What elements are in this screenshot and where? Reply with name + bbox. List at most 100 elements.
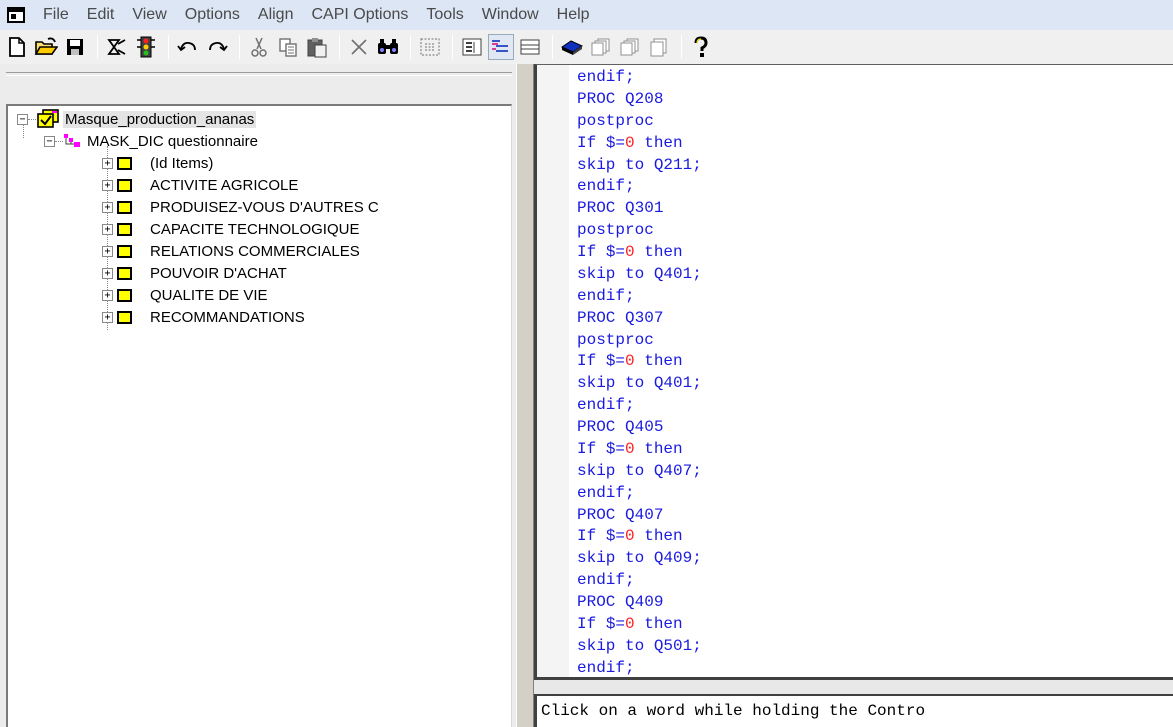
code-token: postproc xyxy=(577,330,654,349)
tree-record-node[interactable]: + CAPACITE TECHNOLOGIQUE xyxy=(102,218,359,240)
code-token: skip to Q409; xyxy=(577,549,702,568)
expand-icon[interactable]: + xyxy=(102,201,113,213)
tree-connector xyxy=(55,140,63,142)
view-logic-button[interactable] xyxy=(459,34,485,60)
code-line: PROC Q409 xyxy=(577,592,702,614)
application-icon xyxy=(37,109,59,128)
code-number-token: 0 xyxy=(625,133,635,152)
menu-capi-options[interactable]: CAPI Options xyxy=(302,0,417,30)
dictionary-button[interactable] xyxy=(559,34,585,60)
menu-view[interactable]: View xyxy=(123,0,175,30)
tree-root-label: Masque_production_ananas xyxy=(63,110,257,128)
run-button[interactable] xyxy=(133,34,159,60)
code-token: If xyxy=(577,439,606,458)
compile-button[interactable] xyxy=(104,34,130,60)
code-token: skip to Q401; xyxy=(577,264,702,283)
paste-icon xyxy=(307,38,327,58)
code-token: then xyxy=(634,352,683,371)
batch-icon xyxy=(620,38,639,56)
tabs-button[interactable] xyxy=(646,34,672,60)
view-tree-button[interactable] xyxy=(488,34,514,60)
code-token: postproc xyxy=(577,221,654,240)
expand-icon[interactable]: + xyxy=(102,289,113,301)
redo-button[interactable] xyxy=(204,34,230,60)
dictionary-icon xyxy=(560,40,584,55)
code-token: endif; xyxy=(577,571,635,590)
new-button[interactable] xyxy=(4,34,30,60)
code-line: PROC Q307 xyxy=(577,308,702,330)
code-line: skip to Q401; xyxy=(577,264,702,286)
collapse-icon[interactable]: − xyxy=(44,135,55,147)
pane-splitter[interactable] xyxy=(516,64,534,727)
find-button[interactable] xyxy=(375,34,401,60)
expand-icon[interactable]: + xyxy=(102,267,113,279)
menu-window[interactable]: Window xyxy=(473,0,548,30)
tree-record-node[interactable]: + RELATIONS COMMERCIALES xyxy=(102,240,360,262)
expand-icon[interactable]: + xyxy=(102,311,113,323)
toolbar-separator xyxy=(681,35,682,59)
tree-dictionary-node[interactable]: − MASK_DIC questionnaire xyxy=(44,130,258,152)
code-token: then xyxy=(634,527,683,546)
logic-editor[interactable]: endif; PROC Q208 postproc If $=0 then skip t… xyxy=(534,64,1173,680)
dictionary-node-icon xyxy=(64,134,80,147)
code-token: endif; xyxy=(577,396,635,415)
dictionary-tree[interactable]: − Masque_production_ananas − MASK_DIC qu… xyxy=(6,104,512,727)
message-pane[interactable]: Click on a word while holding the Contro xyxy=(534,694,1173,727)
delete-button[interactable] xyxy=(346,34,372,60)
code-token: PROC Q409 xyxy=(577,593,664,611)
find-icon xyxy=(378,39,398,54)
menu-edit[interactable]: Edit xyxy=(78,0,124,30)
tree-record-node[interactable]: + QUALITE DE VIE xyxy=(102,284,268,306)
code-line: If $=0 then xyxy=(577,351,702,373)
save-button[interactable] xyxy=(62,34,88,60)
collapse-icon[interactable]: − xyxy=(17,113,28,125)
expand-icon[interactable]: + xyxy=(102,223,113,235)
tree-record-node[interactable]: + PRODUISEZ-VOUS D'AUTRES C xyxy=(102,196,379,218)
tree-record-node[interactable]: + POUVOIR D'ACHAT xyxy=(102,262,287,284)
pane-resize-bar[interactable] xyxy=(6,72,512,76)
copy-button[interactable] xyxy=(275,34,301,60)
menu-tools[interactable]: Tools xyxy=(417,0,472,30)
menu-file[interactable]: File xyxy=(34,0,78,30)
menu-align[interactable]: Align xyxy=(249,0,303,30)
cut-button[interactable] xyxy=(246,34,272,60)
output-splitter[interactable] xyxy=(534,680,1173,694)
code-token: endif; xyxy=(577,658,635,677)
code-token: skip to Q501; xyxy=(577,636,702,655)
tree-record-label: RECOMMANDATIONS xyxy=(150,308,305,326)
view-list-button[interactable] xyxy=(517,34,543,60)
tree-record-node[interactable]: + ACTIVITE AGRICOLE xyxy=(102,174,298,196)
view-logic-icon xyxy=(462,38,482,56)
tree-record-label: RELATIONS COMMERCIALES xyxy=(150,242,360,260)
save-icon xyxy=(67,39,83,55)
menu-help[interactable]: Help xyxy=(548,0,599,30)
view-form-button[interactable] xyxy=(417,34,443,60)
expand-icon[interactable]: + xyxy=(102,157,113,169)
code-token: If xyxy=(577,527,606,546)
run-icon xyxy=(137,36,155,58)
tree-root-node[interactable]: − Masque_production_ananas xyxy=(17,108,257,130)
expand-icon[interactable]: + xyxy=(102,245,113,257)
batch-button[interactable] xyxy=(617,34,643,60)
undo-button[interactable] xyxy=(175,34,201,60)
code-token: PROC Q301 xyxy=(577,199,664,218)
expand-icon[interactable]: + xyxy=(102,179,113,191)
record-icon xyxy=(117,310,132,324)
code-line: endif; xyxy=(577,570,702,592)
code-lines: endif; PROC Q208 postproc If $=0 then skip t… xyxy=(577,67,702,680)
help-button[interactable] xyxy=(688,34,714,60)
code-token: skip to Q211; xyxy=(577,155,702,174)
code-number-token: 0 xyxy=(625,439,635,458)
toolbar-separator xyxy=(339,35,340,59)
tree-record-node[interactable]: + RECOMMANDATIONS xyxy=(102,306,305,328)
forms-button[interactable] xyxy=(588,34,614,60)
code-token: $= xyxy=(605,527,626,546)
tree-record-node[interactable]: + (Id Items) xyxy=(102,152,213,174)
open-button[interactable] xyxy=(33,34,59,60)
forms-icon xyxy=(591,38,610,56)
menu-options[interactable]: Options xyxy=(176,0,249,30)
paste-button[interactable] xyxy=(304,34,330,60)
code-token: PROC Q307 xyxy=(577,308,664,327)
code-token: If xyxy=(577,133,606,152)
editor-gutter xyxy=(537,65,569,677)
